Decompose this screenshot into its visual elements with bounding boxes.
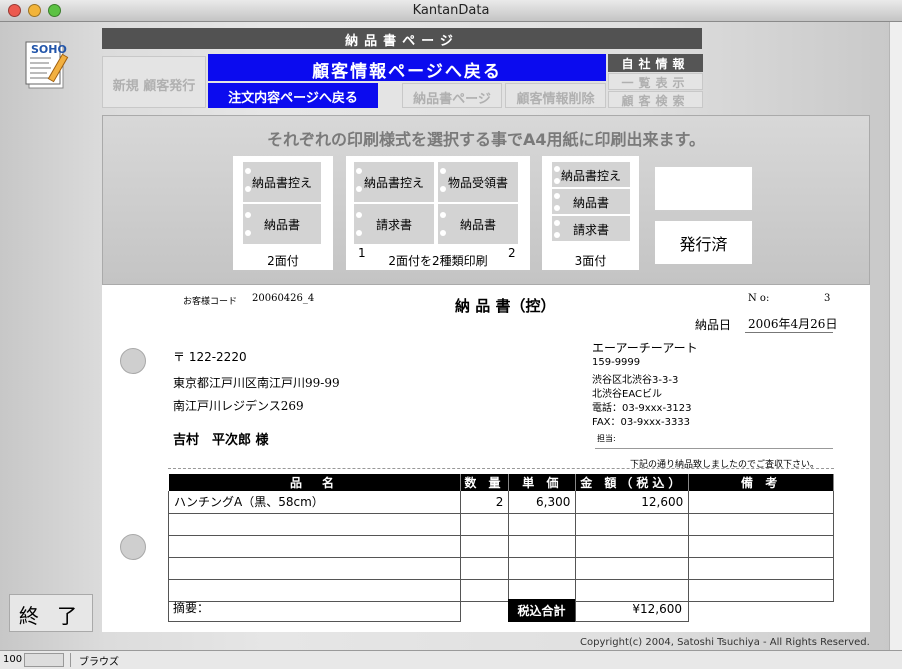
option2-bottom-right: 納品書 bbox=[438, 204, 518, 244]
delivery-page-button[interactable]: 納品書ページ bbox=[402, 83, 502, 108]
date-underline bbox=[745, 332, 833, 333]
list-view-button[interactable]: 一覧表示 bbox=[608, 73, 703, 90]
window-title: KantanData bbox=[412, 3, 490, 18]
status-bar: 100 ブラウズ bbox=[0, 650, 902, 669]
cell-amount[interactable]: 12,600 bbox=[575, 491, 690, 514]
total-value: ¥12,600 bbox=[575, 599, 689, 622]
view-toggle-icon[interactable] bbox=[24, 653, 64, 667]
table-row bbox=[168, 535, 834, 558]
print-instruction: それぞれの印刷様式を選択する事でA4用紙に印刷出来ます。 bbox=[267, 130, 705, 149]
table-header-row: 品 名 数 量 単 価 金 額（税込） 備 考 bbox=[168, 474, 834, 491]
binder-hole-bottom bbox=[120, 534, 146, 560]
number-label: N o: bbox=[748, 293, 770, 304]
new-customer-button[interactable]: 新規 顧客発行 bbox=[102, 56, 206, 108]
cell-item-name[interactable]: ハンチングA（黒、58cm） bbox=[168, 491, 461, 514]
customer-code: 20060426_4 bbox=[252, 293, 315, 304]
soho-logo: SOHO bbox=[25, 40, 71, 92]
back-to-order-button[interactable]: 注文内容ページへ戻る bbox=[208, 83, 378, 108]
customer-address-1: 東京都江戸川区南江戸川99-99 bbox=[173, 376, 340, 390]
customer-postal: 〒 122-2220 bbox=[173, 350, 247, 364]
memo-label: 摘要： bbox=[173, 601, 210, 615]
company-info-button[interactable]: 自社情報 bbox=[608, 54, 703, 72]
company-phone: 電話：03-9xxx-3123 bbox=[592, 403, 692, 414]
items-table: 品 名 数 量 単 価 金 額（税込） 備 考 ハンチングA（黒、58cm） 2… bbox=[168, 474, 834, 602]
company-divider bbox=[595, 448, 833, 449]
binder-hole-top bbox=[120, 348, 146, 374]
option1-top: 納品書控え bbox=[243, 162, 321, 202]
issued-button[interactable]: 発行済 bbox=[655, 221, 752, 264]
customer-address-2: 南江戸川レジデンス269 bbox=[173, 399, 304, 413]
customer-search-button[interactable]: 顧客検索 bbox=[608, 91, 703, 108]
total-label: 税込合計 bbox=[508, 599, 575, 622]
cell-unit-price[interactable]: 6,300 bbox=[508, 491, 577, 514]
column-remarks: 備 考 bbox=[688, 474, 834, 491]
column-amount: 金 額（税込） bbox=[575, 474, 690, 491]
table-row bbox=[168, 579, 834, 602]
column-unit-price: 単 価 bbox=[508, 474, 577, 491]
print-option-two-kinds[interactable]: 納品書控え 物品受領書 請求書 納品書 1 2 2面付を2種類印刷 bbox=[346, 156, 530, 270]
option1-caption: 2面付 bbox=[267, 254, 299, 268]
logo-text: SOHO bbox=[31, 43, 67, 56]
delivery-date: 2006年4月26日 bbox=[748, 317, 838, 331]
back-to-customer-button[interactable]: 顧客情報ページへ戻る bbox=[208, 54, 606, 82]
option3-row1: 納品書控え bbox=[552, 162, 630, 187]
column-item-name: 品 名 bbox=[168, 474, 461, 491]
option3-row2: 納品書 bbox=[552, 189, 630, 214]
delivery-date-label: 納品日 bbox=[695, 318, 732, 332]
title-bar: KantanData bbox=[0, 0, 902, 22]
mode-indicator: ブラウズ bbox=[70, 653, 140, 668]
column-quantity: 数 量 bbox=[460, 474, 510, 491]
zoom-level[interactable]: 100 bbox=[3, 654, 22, 665]
note-divider bbox=[168, 468, 834, 469]
company-address-1: 渋谷区北渋谷3-3-3 bbox=[592, 375, 679, 386]
table-row: ハンチングA（黒、58cm） 2 6,300 12,600 bbox=[168, 491, 834, 514]
table-row bbox=[168, 513, 834, 536]
option3-row3: 請求書 bbox=[552, 216, 630, 241]
company-fax: FAX：03-9xxx-3333 bbox=[592, 417, 691, 428]
person-in-charge-label: 担当: bbox=[597, 434, 616, 443]
delete-customer-button[interactable]: 顧客情報削除 bbox=[505, 83, 606, 108]
option2-caption: 2面付を2種類印刷 bbox=[388, 254, 488, 268]
vertical-scrollbar[interactable] bbox=[889, 22, 902, 650]
customer-name: 吉村 平次郎 様 bbox=[173, 433, 269, 448]
table-row bbox=[168, 557, 834, 580]
memo-field[interactable]: 摘要： bbox=[168, 599, 461, 622]
option1-bottom: 納品書 bbox=[243, 204, 321, 244]
customer-code-label: お客様コード bbox=[183, 297, 238, 307]
option2-top-left: 納品書控え bbox=[354, 162, 434, 202]
company-name: エーアーチーアート bbox=[592, 341, 698, 355]
quit-button[interactable]: 終 了 bbox=[9, 594, 93, 632]
print-option-three-up[interactable]: 納品書控え 納品書 請求書 3面付 bbox=[542, 156, 639, 270]
option3-caption: 3面付 bbox=[574, 254, 607, 268]
number-value: 3 bbox=[824, 293, 831, 304]
option2-bottom-left: 請求書 bbox=[354, 204, 434, 244]
option2-top-right: 物品受領書 bbox=[438, 162, 518, 202]
copyright: Copyright(c) 2004, Satoshi Tsuchiya - Al… bbox=[580, 637, 870, 648]
company-postal: 159-9999 bbox=[592, 357, 641, 368]
cell-quantity[interactable]: 2 bbox=[459, 491, 510, 514]
print-option-two-up[interactable]: 納品書控え 納品書 2面付 bbox=[233, 156, 333, 270]
page-title: 納品書ページ bbox=[102, 28, 702, 49]
issue-status-box bbox=[655, 167, 752, 210]
company-address-2: 北渋谷EACビル bbox=[592, 389, 662, 400]
cell-remarks[interactable] bbox=[688, 491, 834, 514]
document-title: 納 品 書（控） bbox=[455, 297, 556, 315]
